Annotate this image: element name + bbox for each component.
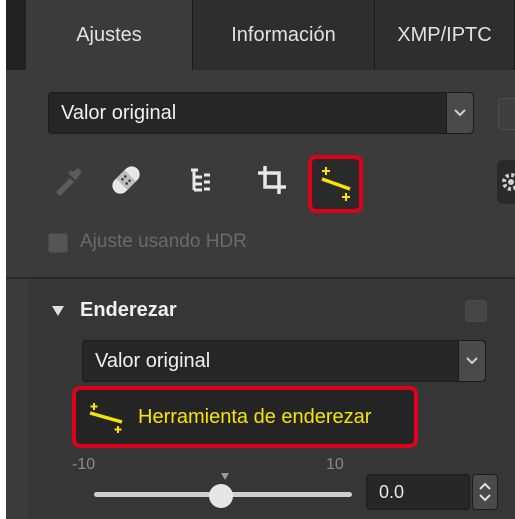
tab-xmp-iptc[interactable]: XMP/IPTC (375, 0, 515, 70)
preset-options-button[interactable] (498, 98, 515, 130)
straighten-tool-label: Herramienta de enderezar (138, 406, 372, 428)
preset-dropdown-value: Valor original (61, 102, 177, 124)
adjustments-panel: Ajustes Información XMP/IPTC Valor origi… (6, 0, 515, 519)
bandage-icon[interactable] (106, 160, 146, 200)
section-title[interactable]: Enderezar (80, 299, 177, 322)
preset-dropdown[interactable]: Valor original (48, 92, 474, 134)
angle-stepper[interactable] (472, 474, 498, 510)
section-enable-checkbox[interactable] (465, 300, 487, 322)
angle-value-input[interactable]: 0.0 (366, 474, 470, 510)
tab-ajustes[interactable]: Ajustes (26, 0, 193, 70)
tree-icon[interactable] (182, 160, 222, 200)
tab-bar: Ajustes Información XMP/IPTC (6, 0, 515, 70)
hdr-label: Ajuste usando HDR (80, 231, 247, 252)
straighten-tool-text-button[interactable]: Herramienta de enderezar (72, 386, 418, 448)
slider-min-label: -10 (72, 456, 96, 473)
gear-icon[interactable] (497, 160, 515, 204)
straighten-preset-dropdown[interactable]: Valor original (82, 340, 486, 382)
slider-center-marker (221, 473, 229, 480)
straighten-tool-button[interactable] (308, 155, 363, 213)
tab-informacion[interactable]: Información (193, 0, 375, 70)
straighten-preset-value: Valor original (95, 350, 211, 372)
chevron-down-icon[interactable] (446, 93, 473, 133)
slider-thumb[interactable] (209, 484, 233, 508)
triangle-down-icon[interactable] (52, 306, 64, 316)
slider-max-label: 10 (326, 456, 344, 473)
eyedropper-icon[interactable] (48, 160, 88, 200)
hdr-checkbox[interactable] (48, 233, 68, 253)
chevron-down-icon[interactable] (458, 341, 485, 381)
crop-icon[interactable] (252, 160, 292, 200)
straighten-icon (89, 403, 123, 433)
